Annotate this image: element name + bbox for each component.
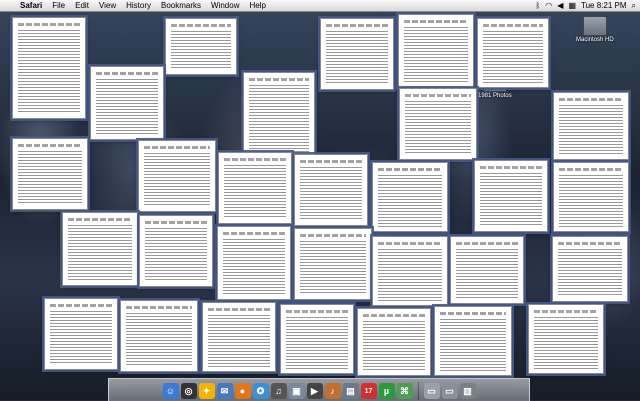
menu-bookmarks[interactable]: Bookmarks xyxy=(156,0,206,11)
menu-window[interactable]: Window xyxy=(206,0,244,11)
dock-glyph: ● xyxy=(239,386,246,396)
documents-stack-icon[interactable]: ▭ xyxy=(423,383,440,399)
dock-glyph: ☺ xyxy=(165,386,176,396)
mail-icon[interactable]: ✉ xyxy=(216,383,233,399)
dock-glyph: ▣ xyxy=(292,385,301,396)
window-thumbnail[interactable] xyxy=(44,298,118,370)
window-thumbnail[interactable] xyxy=(474,160,548,232)
window-thumbnail[interactable] xyxy=(450,236,524,304)
window-thumbnail[interactable] xyxy=(434,306,512,376)
safari-icon[interactable]: ✪ xyxy=(252,383,269,399)
dock-glyph: ▶ xyxy=(311,385,318,396)
window-thumbnail[interactable] xyxy=(280,304,354,374)
window-thumbnail[interactable] xyxy=(372,236,448,306)
dock-glyph: ▭ xyxy=(427,385,436,396)
finder-icon[interactable]: ☺ xyxy=(162,383,179,399)
dock-separator xyxy=(417,382,419,400)
window-thumbnail[interactable] xyxy=(477,18,549,88)
window-thumbnail[interactable] xyxy=(552,236,628,302)
window-thumbnail[interactable] xyxy=(372,162,448,232)
window-thumbnail[interactable] xyxy=(62,212,138,286)
trash-icon[interactable]: ▥ xyxy=(459,383,476,399)
dock-glyph: ▤ xyxy=(346,385,355,396)
window-thumbnail[interactable] xyxy=(528,304,604,374)
wifi-icon[interactable]: ◠ xyxy=(545,0,552,11)
window-thumbnail[interactable] xyxy=(294,154,368,226)
imovie-icon[interactable]: ▶ xyxy=(306,383,323,399)
dashboard-icon[interactable]: ◎ xyxy=(180,383,197,399)
window-thumbnail[interactable] xyxy=(12,138,88,210)
window-thumbnail[interactable] xyxy=(218,152,292,224)
ical-icon[interactable]: 17 xyxy=(360,383,377,399)
window-thumbnail[interactable] xyxy=(294,228,372,300)
utorrent-icon[interactable]: µ xyxy=(378,383,395,399)
window-thumbnail[interactable] xyxy=(553,92,629,160)
dock: ☺ ◎ ✦ ✉ ● ✪ ♫ ▣ ▶ ♪ ▤ 17 µ ⌘ ▭ ▭ ▥ xyxy=(108,378,530,401)
menu-view[interactable]: View xyxy=(94,0,121,11)
preview-icon[interactable]: ▤ xyxy=(342,383,359,399)
hard-drive-icon xyxy=(582,16,607,36)
window-thumbnail[interactable] xyxy=(553,162,629,232)
spotlight-icon[interactable]: ⌕ xyxy=(632,0,636,11)
menubar-clock[interactable]: Tue 8:21 PM xyxy=(581,0,627,11)
window-thumbnail[interactable] xyxy=(12,17,86,119)
menu-file[interactable]: File xyxy=(47,0,70,11)
menu-extras: ᛒ ◠ ◀ ▦ Tue 8:21 PM ⌕ xyxy=(535,0,640,11)
garageband-icon[interactable]: ♪ xyxy=(324,383,341,399)
menu-safari[interactable]: Safari xyxy=(16,0,47,11)
window-thumbnail[interactable] xyxy=(138,140,216,212)
window-thumbnail[interactable] xyxy=(217,226,291,300)
downloads-stack-icon[interactable]: ▭ xyxy=(441,383,458,399)
dock-glyph: ✪ xyxy=(256,385,265,396)
window-thumbnail[interactable] xyxy=(139,215,213,287)
window-thumbnail[interactable] xyxy=(165,18,237,75)
desktop-background: Safari File Edit View History Bookmarks … xyxy=(0,0,640,401)
menu-history[interactable]: History xyxy=(121,0,156,11)
iphoto-icon[interactable]: ▣ xyxy=(288,383,305,399)
window-thumbnail[interactable] xyxy=(120,300,198,372)
window-thumbnail[interactable] xyxy=(398,14,474,88)
flag-icon[interactable]: ▦ xyxy=(568,0,576,11)
mercury-icon[interactable]: ⌘ xyxy=(396,383,413,399)
menu-bar: Safari File Edit View History Bookmarks … xyxy=(0,0,640,12)
dock-glyph: ▥ xyxy=(463,385,472,396)
window-thumbnail[interactable] xyxy=(202,302,276,372)
window-thumbnail[interactable] xyxy=(399,88,477,160)
desktop-icon-label: Macintosh HD xyxy=(576,37,614,43)
volume-icon[interactable]: ◀ xyxy=(557,0,563,11)
window-thumbnail[interactable] xyxy=(90,66,164,140)
menu-edit[interactable]: Edit xyxy=(70,0,94,11)
window-thumbnail[interactable] xyxy=(320,18,394,90)
desktop-icon-hard-drive[interactable]: Macintosh HD xyxy=(576,16,614,43)
dock-glyph: ◎ xyxy=(184,385,193,396)
dock-glyph: ♫ xyxy=(275,386,282,396)
firefox-icon[interactable]: ● xyxy=(234,383,251,399)
dock-glyph: ✉ xyxy=(220,385,229,396)
itunes-icon[interactable]: ♫ xyxy=(270,383,287,399)
desktop-icon-label: 1981 Photos xyxy=(478,93,512,99)
aim-icon[interactable]: ✦ xyxy=(198,383,215,399)
bluetooth-icon[interactable]: ᛒ xyxy=(535,0,540,11)
menu-help[interactable]: Help xyxy=(244,0,270,11)
window-thumbnail[interactable] xyxy=(243,72,315,160)
dock-glyph: ✦ xyxy=(202,385,211,396)
dock-glyph: µ xyxy=(383,386,390,396)
dock-glyph: ⌘ xyxy=(400,385,409,396)
window-thumbnail[interactable] xyxy=(357,308,431,376)
dock-glyph: ♪ xyxy=(330,386,335,396)
dock-glyph: ▭ xyxy=(445,385,454,396)
dock-glyph: 17 xyxy=(364,387,373,395)
